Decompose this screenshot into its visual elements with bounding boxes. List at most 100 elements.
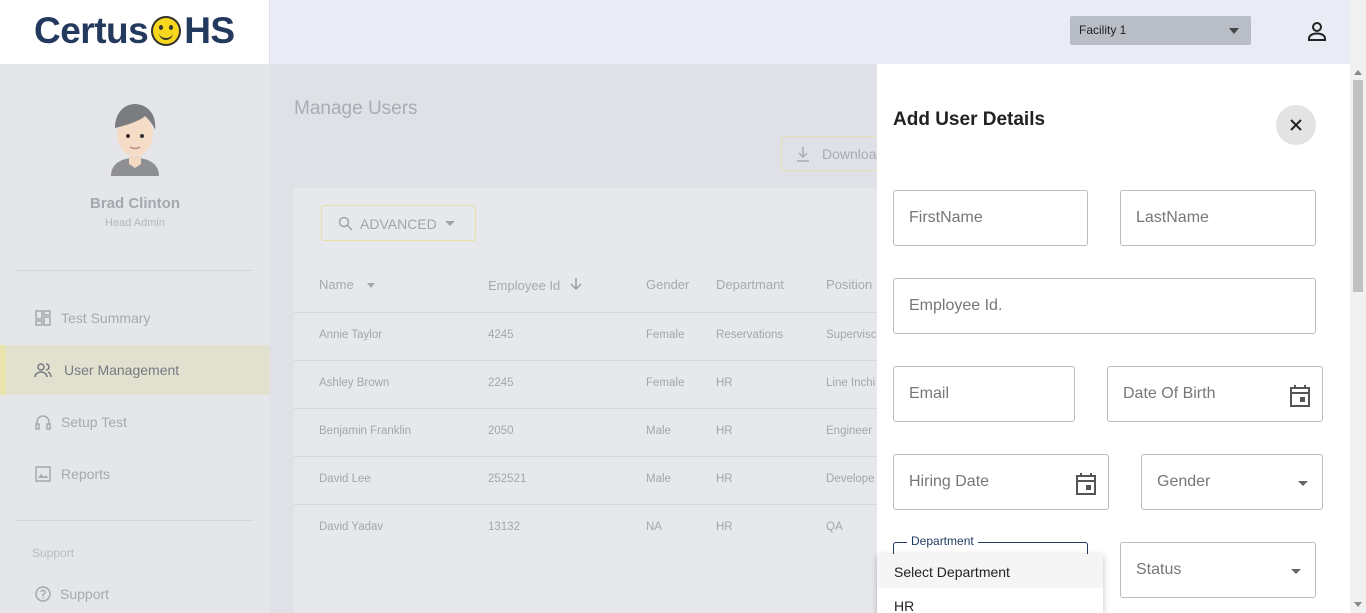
dropdown-option[interactable]: Select Department (877, 554, 1103, 588)
table-cell: Male (646, 473, 671, 485)
first-name-placeholder: FirstName (909, 209, 983, 226)
table-cell: HR (716, 473, 733, 485)
column-header-position[interactable]: Position (826, 277, 872, 292)
avatar (111, 104, 159, 176)
sidebar-item-reports[interactable]: Reports (0, 449, 270, 499)
scrollbar-top-strip (1350, 0, 1366, 64)
table-row[interactable]: Benjamin Franklin 2050 Male HR Engineer (294, 408, 894, 456)
chevron-down-icon (445, 221, 455, 226)
search-icon (338, 216, 353, 231)
table-cell: Develope (826, 473, 875, 485)
logo-text-left: Certus (34, 10, 149, 51)
column-header-employee-id[interactable]: Employee Id (488, 277, 582, 293)
sidebar-item-label: Reports (61, 466, 111, 482)
logo-text-right: HS (184, 10, 235, 51)
calendar-icon[interactable] (1290, 385, 1310, 407)
chevron-down-icon (1291, 569, 1301, 574)
page-title: Manage Users (294, 98, 418, 119)
table-cell: 4245 (488, 329, 514, 341)
logo-container: Certus HS (0, 0, 270, 64)
headset-icon (35, 415, 51, 430)
sidebar-item-label: Support (60, 586, 110, 602)
table-row[interactable]: Ashley Brown 2245 Female HR Line Inchi (294, 360, 894, 408)
download-icon (797, 147, 809, 162)
table-row[interactable]: Annie Taylor 4245 Female Reservations Superv… (294, 312, 894, 360)
sidebar-item-label: User Management (64, 362, 180, 378)
dashboard-icon (35, 310, 51, 326)
table-cell: Ashley Brown (319, 377, 390, 389)
table-cell: 13132 (488, 521, 520, 533)
table-cell: 2050 (488, 425, 514, 437)
sort-caret-icon (367, 283, 376, 289)
dropdown-option[interactable]: HR (877, 588, 1103, 613)
email-field[interactable]: Email (893, 366, 1075, 422)
sidebar: Brad Clinton Head Admin Test Summary Use… (0, 64, 270, 613)
table-cell: HR (716, 377, 733, 389)
table-cell: 252521 (488, 473, 527, 485)
column-header-label: Name (319, 277, 354, 292)
help-icon (35, 586, 51, 602)
table-cell: David Yadav (319, 521, 384, 533)
date-of-birth-field[interactable]: Date Of Birth (1107, 366, 1323, 422)
drawer-title: Add User Details (893, 109, 1046, 130)
close-button[interactable] (1276, 105, 1316, 145)
support-section-label: Support (32, 546, 75, 560)
date-of-birth-placeholder: Date Of Birth (1123, 385, 1216, 402)
table-cell: Line Inchi (826, 377, 876, 389)
status-select[interactable]: Status (1120, 542, 1316, 598)
table-cell: David Lee (319, 473, 371, 485)
first-name-field[interactable]: FirstName (893, 190, 1088, 246)
table-cell: Reservations (716, 329, 784, 341)
account-icon[interactable] (1305, 19, 1329, 43)
table-cell: Male (646, 425, 671, 437)
table-cell: QA (826, 521, 843, 533)
hiring-date-field[interactable]: Hiring Date (893, 454, 1109, 510)
table-row[interactable]: David Yadav 13132 NA HR QA (294, 504, 894, 552)
table-cell: Annie Taylor (319, 329, 383, 341)
table-row[interactable]: David Lee 252521 Male HR Develope (294, 456, 894, 504)
table-cell: Benjamin Franklin (319, 425, 412, 437)
sidebar-divider (16, 520, 253, 521)
close-icon (1290, 119, 1302, 131)
employee-id-field[interactable]: Employee Id. (893, 278, 1316, 334)
sidebar-item-user-management[interactable]: User Management (0, 345, 270, 395)
last-name-field[interactable]: LastName (1120, 190, 1316, 246)
column-header-gender[interactable]: Gender (646, 277, 689, 292)
email-placeholder: Email (909, 385, 950, 402)
column-header-department[interactable]: Departmant (716, 277, 784, 292)
facility-select[interactable]: Facility 1 (1070, 16, 1251, 45)
chevron-down-icon (1298, 481, 1308, 486)
department-dropdown: Select Department HR (877, 554, 1103, 613)
table-cell: Supervisc (826, 329, 877, 341)
app-logo[interactable]: Certus HS (34, 10, 235, 52)
users-icon (34, 363, 52, 378)
advanced-search-label: ADVANCED (360, 216, 437, 232)
sidebar-item-support[interactable]: Support (0, 569, 270, 613)
scroll-up-icon[interactable] (1354, 70, 1362, 75)
sidebar-item-setup-test[interactable]: Setup Test (0, 397, 270, 447)
smiley-logo-icon (151, 16, 182, 46)
profile-role: Head Admin (105, 217, 165, 229)
sidebar-item-label: Test Summary (61, 310, 151, 326)
scroll-down-icon[interactable] (1354, 602, 1362, 607)
image-icon (35, 466, 51, 482)
facility-select-value: Facility 1 (1079, 23, 1127, 37)
column-header-name[interactable]: Name (319, 277, 376, 292)
arrow-down-icon (570, 278, 582, 291)
table-cell: Female (646, 329, 685, 341)
advanced-search-button[interactable]: ADVANCED (321, 205, 476, 241)
department-label: Department (907, 534, 978, 548)
gender-placeholder: Gender (1157, 473, 1211, 490)
scrollbar-thumb[interactable] (1353, 80, 1363, 292)
users-table-card: ADVANCED Name Employee Id Gender Departm… (294, 188, 894, 613)
hiring-date-placeholder: Hiring Date (909, 473, 990, 490)
sidebar-item-test-summary[interactable]: Test Summary (0, 293, 270, 343)
scrollbar[interactable] (1350, 64, 1366, 613)
gender-select[interactable]: Gender (1141, 454, 1323, 510)
main-content: Manage Users Downloa ADVANCED Name Emplo… (270, 64, 901, 613)
last-name-placeholder: LastName (1136, 209, 1209, 226)
add-user-drawer: Add User Details FirstName LastName Empl… (877, 64, 1350, 613)
table-cell: HR (716, 425, 733, 437)
profile-name: Brad Clinton (90, 195, 180, 212)
calendar-icon[interactable] (1076, 473, 1096, 495)
